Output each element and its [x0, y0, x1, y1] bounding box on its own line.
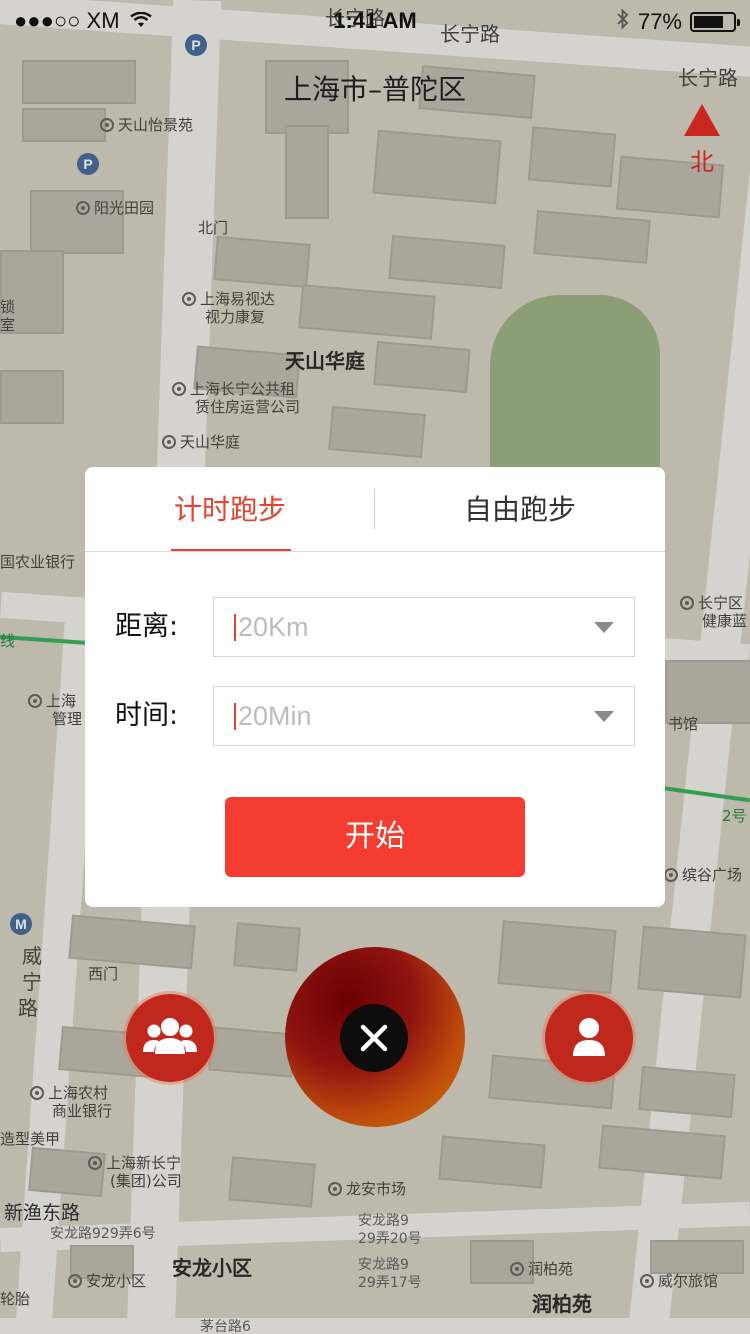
close-icon [360, 1024, 388, 1052]
distance-label: 距离: [115, 611, 179, 642]
distance-value: 20Km [238, 612, 309, 642]
compass[interactable]: 北 [682, 104, 722, 177]
location-title: 上海市–普陀区 [283, 73, 466, 106]
group-button[interactable] [126, 994, 214, 1082]
time-row: 时间: 20Min [115, 686, 635, 746]
chevron-down-icon [594, 711, 614, 722]
tab-free-run[interactable]: 自由跑步 [375, 467, 665, 551]
run-mode-dialog: 计时跑步 自由跑步 距离: 20Km 时间: 20Min 开始 [85, 467, 665, 907]
status-bar: ●●●○○ XM 1:41 AM 77% [0, 0, 750, 40]
time-value: 20Min [238, 701, 312, 731]
battery-fill [694, 16, 723, 28]
compass-label: 北 [690, 148, 714, 176]
profile-button[interactable] [545, 994, 633, 1082]
tab-timed-run[interactable]: 计时跑步 [85, 467, 375, 551]
time-label: 时间: [115, 700, 179, 731]
north-arrow-icon [684, 104, 720, 136]
chevron-down-icon [594, 622, 614, 633]
start-button[interactable]: 开始 [225, 797, 525, 877]
group-icon [143, 1018, 197, 1054]
time-select[interactable]: 20Min [213, 686, 635, 746]
battery-percent: 77% [637, 9, 682, 34]
battery-icon [690, 12, 740, 32]
text-cursor [234, 703, 236, 730]
person-icon [573, 1018, 605, 1056]
bluetooth-icon [616, 8, 630, 36]
close-button[interactable] [340, 1004, 408, 1072]
run-mode-tabs: 计时跑步 自由跑步 [85, 467, 665, 552]
distance-select[interactable]: 20Km [213, 597, 635, 657]
distance-row: 距离: 20Km [115, 597, 635, 657]
text-cursor [234, 614, 236, 641]
status-right: 77% [616, 8, 740, 36]
